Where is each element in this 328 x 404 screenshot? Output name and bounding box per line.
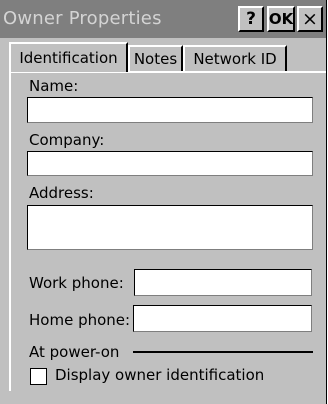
name-field[interactable] xyxy=(27,97,313,123)
address-label: Address: xyxy=(29,184,94,202)
window-title: Owner Properties xyxy=(3,8,162,29)
display-owner-label[interactable]: Display owner identification xyxy=(55,366,264,384)
close-button[interactable]: × xyxy=(297,6,323,32)
home-phone-label: Home phone: xyxy=(29,311,131,329)
left-frame xyxy=(0,38,9,404)
display-owner-checkbox[interactable] xyxy=(30,368,47,385)
at-power-on-label: At power-on xyxy=(29,343,120,361)
company-label: Company: xyxy=(29,131,105,149)
tab-identification[interactable]: Identification xyxy=(9,42,128,72)
help-button[interactable]: ? xyxy=(238,6,264,32)
company-field[interactable] xyxy=(27,151,313,176)
identification-panel: Name: Company: Address: Work phone: Home… xyxy=(9,71,326,391)
tab-network-id[interactable]: Network ID xyxy=(183,45,287,71)
owner-properties-dialog: Owner Properties ? OK × Identification N… xyxy=(0,0,327,404)
name-label: Name: xyxy=(29,77,79,95)
work-phone-field[interactable] xyxy=(134,269,312,296)
address-field[interactable] xyxy=(27,205,313,250)
work-phone-label: Work phone: xyxy=(29,274,124,292)
home-phone-field[interactable] xyxy=(133,305,312,332)
tab-notes[interactable]: Notes xyxy=(128,45,183,71)
title-bar[interactable]: Owner Properties ? OK × xyxy=(0,0,326,38)
group-divider xyxy=(133,351,313,353)
ok-button[interactable]: OK xyxy=(267,6,295,32)
